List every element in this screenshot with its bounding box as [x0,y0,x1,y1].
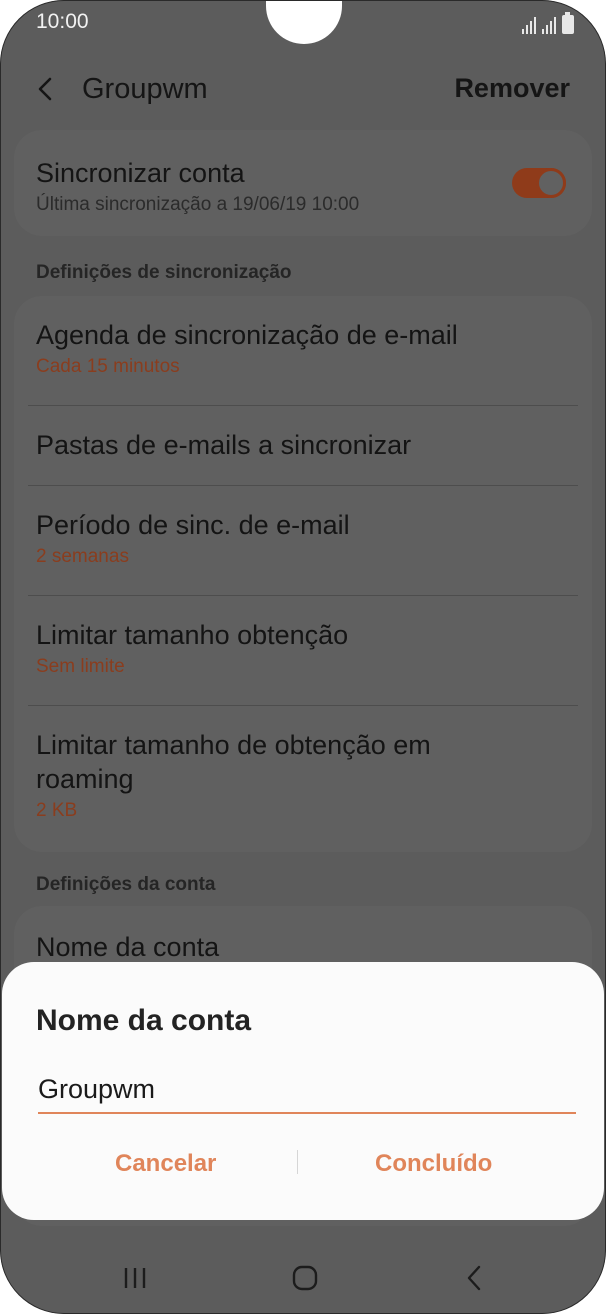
dialog-button-divider [297,1150,298,1174]
dialog-title: Nome da conta [36,1004,252,1037]
back-arrow-icon[interactable] [30,72,64,106]
sync-account-title: Sincronizar conta [36,158,245,188]
status-time: 10:00 [36,10,89,33]
phone-screen: 10:00 Groupwm Remover Sincronizar conta … [0,0,606,1314]
account-settings-heading: Definições da conta [36,874,216,895]
signal-icon-2 [542,16,556,34]
item-title: Período de sinc. de e-mail [36,510,350,540]
item-title: Agenda de sincronização de e-mail [36,320,458,350]
list-item-sync-period[interactable]: Período de sinc. de e-mail 2 semanas [14,486,592,596]
remove-button[interactable]: Remover [454,73,570,104]
account-name-dialog: Nome da conta Cancelar Concluído [2,962,604,1220]
sync-settings-heading: Definições de sincronização [36,262,292,283]
done-button[interactable]: Concluído [375,1150,492,1178]
sync-settings-card: Agenda de sincronização de e-mail Cada 1… [14,296,592,852]
battery-icon [562,12,574,34]
page-title: Groupwm [82,73,208,105]
status-icons [522,12,574,34]
app-header: Groupwm Remover [0,60,606,120]
back-icon[interactable] [455,1258,495,1298]
sync-account-toggle[interactable] [512,168,566,198]
list-item-account-name[interactable]: Nome da conta [14,906,592,964]
list-item-email-sync-schedule[interactable]: Agenda de sincronização de e-mail Cada 1… [14,296,592,406]
list-item-roaming-retrieval-size[interactable]: Limitar tamanho de obtenção em roaming 2… [14,706,592,852]
list-item-email-folders[interactable]: Pastas de e-mails a sincronizar [14,406,592,486]
navigation-bar [0,1240,606,1314]
camera-notch [266,0,342,44]
signal-icon [522,16,536,34]
cancel-button[interactable]: Cancelar [115,1150,216,1178]
item-title: Pastas de e-mails a sincronizar [36,430,412,460]
account-name-input[interactable] [38,1066,576,1114]
sync-account-card[interactable]: Sincronizar conta Última sincronização a… [14,130,592,236]
item-value: Sem limite [36,656,125,677]
item-title: Limitar tamanho obtenção [36,620,349,650]
item-value: 2 semanas [36,546,129,567]
list-item-retrieval-size[interactable]: Limitar tamanho obtenção Sem limite [14,596,592,706]
item-value: 2 KB [36,800,78,821]
item-title: Nome da conta [36,932,220,962]
item-title: Limitar tamanho de obtenção em roaming [36,730,431,794]
item-value: Cada 15 minutos [36,356,180,377]
home-icon[interactable] [285,1258,325,1298]
recent-apps-icon[interactable] [115,1258,155,1298]
sync-account-subtitle: Última sincronização a 19/06/19 10:00 [36,194,360,215]
